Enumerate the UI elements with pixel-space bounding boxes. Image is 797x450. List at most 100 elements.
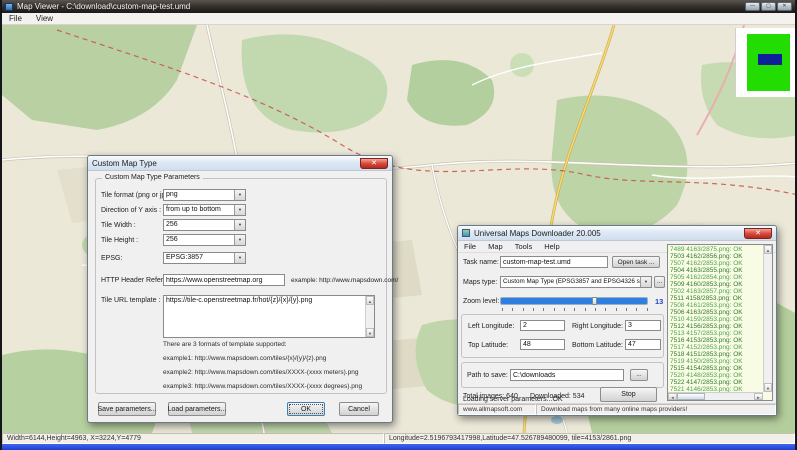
y-axis-combo[interactable]: from up to bottom ▼ [163,204,246,216]
window-title: Map Viewer - C:\download\custom-map-test… [17,2,190,11]
chevron-down-icon[interactable]: ▼ [234,205,245,215]
log-entry: 7522 4147/2853.png: OK [670,379,762,386]
scroll-left-icon[interactable]: ◄ [668,393,677,400]
load-parameters-button[interactable]: Load parameters... [168,402,226,416]
zoom-slider-ticks [502,308,648,311]
tile-height-label: Tile Height : [101,237,138,244]
template-example-3: example3: http://www.mapsdown.com/tiles/… [163,383,362,390]
maps-type-combo[interactable]: Custom Map Type (EPSG3857 and EPSG4326 s… [500,276,652,288]
hscroll-thumb[interactable] [677,393,705,400]
y-axis-label: Direction of Y axis : [101,207,161,214]
template-help: There are 3 formats of template supporte… [163,341,362,397]
zoom-slider-thumb[interactable] [592,297,597,305]
right-longitude-input[interactable] [625,320,661,331]
path-input[interactable] [510,369,624,381]
log-entry: 7507 4162/2853.png: OK [670,260,762,267]
umd-menu-tools[interactable]: Tools [509,242,539,251]
template-note: There are 3 formats of template supporte… [163,341,362,348]
chevron-down-icon[interactable]: ▼ [640,277,651,287]
bottom-latitude-input[interactable] [625,339,661,350]
title-bar[interactable]: Map Viewer - C:\download\custom-map-test… [2,0,795,13]
top-latitude-input[interactable] [520,339,565,350]
umd-close-icon[interactable]: ✕ [744,228,772,239]
umd-menu-file[interactable]: File [458,242,482,251]
log-vertical-scrollbar[interactable]: ▲ ▼ [763,245,772,392]
zoom-level-label: Zoom level: [463,298,499,305]
log-entry: 7518 4151/2853.png: OK [670,351,762,358]
referer-input[interactable] [163,274,285,286]
chevron-down-icon[interactable]: ▼ [234,253,245,263]
zoom-slider[interactable] [500,297,648,305]
close-button-icon[interactable]: ✕ [777,2,792,11]
scroll-up-icon[interactable]: ▲ [366,296,374,305]
left-longitude-input[interactable] [520,320,565,331]
footer-site: www.allmapsoft.com [458,404,536,415]
custom-map-type-dialog: Custom Map Type ✕ Custom Map Type Parame… [87,155,393,423]
maps-type-label: Maps type: [463,279,497,286]
window-border-bottom [2,444,795,450]
download-log-list[interactable]: 7489 4163/2875.png: OK7503 4162/2856.png… [667,244,773,401]
coordinates-groupbox: Left Longitude: Right Longitude: Top Lat… [461,314,664,358]
scroll-right-icon[interactable]: ► [754,393,763,400]
scroll-down-icon[interactable]: ▼ [366,328,374,337]
maximize-button-icon[interactable]: ▢ [761,2,776,11]
ok-button[interactable]: OK [287,402,325,416]
umd-app-icon [462,229,470,237]
log-entry: 7504 4163/2855.png: OK [670,267,762,274]
status-bar: Width=6144,Height=4963, X=3224,Y=4779 Lo… [2,433,795,444]
tile-width-combo[interactable]: 256 ▼ [163,219,246,231]
tile-format-combo[interactable]: png ▼ [163,189,246,201]
footer-slogan: Download maps from many online maps prov… [536,404,776,415]
scroll-up-icon[interactable]: ▲ [764,245,772,254]
umd-status-text: Loading server parameters...OK [463,396,563,403]
textarea-scrollbar[interactable]: ▲ ▼ [365,296,374,337]
chevron-down-icon[interactable]: ▼ [234,235,245,245]
log-horizontal-scrollbar[interactable]: ◄ ► [668,392,763,400]
menu-view[interactable]: View [29,14,60,23]
umd-menu-help[interactable]: Help [538,242,565,251]
left-longitude-label: Left Longitude: [468,323,514,330]
save-parameters-button[interactable]: Save parameters... [98,402,156,416]
chevron-down-icon[interactable]: ▼ [234,190,245,200]
current-view-rect[interactable] [758,54,782,65]
app-icon [5,3,13,11]
custom-dialog-titlebar[interactable]: Custom Map Type ✕ [88,156,392,171]
umd-footer: www.allmapsoft.com Download maps from ma… [458,403,776,415]
minimize-button-icon[interactable]: — [745,2,760,11]
log-entry: 7512 4156/2853.png: OK [670,323,762,330]
status-coordinates: Longitude=2.5196793417998,Latitude=47.52… [384,433,795,444]
log-entry: 7509 4160/2853.png: OK [670,281,762,288]
cancel-button[interactable]: Cancel [339,402,379,416]
task-name-input[interactable] [500,256,608,268]
path-browse-button[interactable]: ... [630,369,648,381]
tile-height-combo[interactable]: 256 ▼ [163,234,246,246]
path-groupbox: Path to save: ... [461,362,664,388]
stop-button[interactable]: Stop [600,387,657,402]
open-task-button[interactable]: Open task ... [612,256,660,268]
log-entry: 7511 4158/2853.png: OK [670,295,762,302]
umd-menu-map[interactable]: Map [482,242,509,251]
bottom-latitude-label: Bottom Latitude: [572,342,623,349]
custom-dialog-title: Custom Map Type [92,159,157,168]
log-entry: 7519 4150/2853.png: OK [670,358,762,365]
zoom-level-value: 13 [655,297,663,306]
epsg-combo[interactable]: EPSG:3857 ▼ [163,252,246,264]
umd-titlebar[interactable]: Universal Maps Downloader 20.005 ✕ [458,226,776,241]
log-entry: 7520 4148/2853.png: OK [670,372,762,379]
log-entry: 7503 4162/2856.png: OK [670,253,762,260]
maps-type-browse-button[interactable]: ... [654,276,665,288]
log-entry: 7502 4163/2857.png: OK [670,288,762,295]
chevron-down-icon[interactable]: ▼ [234,220,245,230]
status-dimensions: Width=6144,Height=4963, X=3224,Y=4779 [2,433,384,444]
menu-file[interactable]: File [2,14,29,23]
custom-dialog-close-icon[interactable]: ✕ [360,158,388,169]
right-longitude-label: Right Longitude: [572,323,623,330]
log-entry: 7489 4163/2875.png: OK [670,246,762,253]
log-entry: 7510 4159/2853.png: OK [670,316,762,323]
template-textarea[interactable]: https://tile-c.openstreetmap.fr/hot/{z}/… [163,295,375,338]
scroll-down-icon[interactable]: ▼ [764,383,772,392]
log-entry: 7516 4153/2853.png: OK [670,337,762,344]
template-example-1: example1: http://www.mapsdown.com/tiles/… [163,355,362,362]
log-entry: 7506 4163/2853.png: OK [670,309,762,316]
menu-bar: File View [2,13,795,25]
